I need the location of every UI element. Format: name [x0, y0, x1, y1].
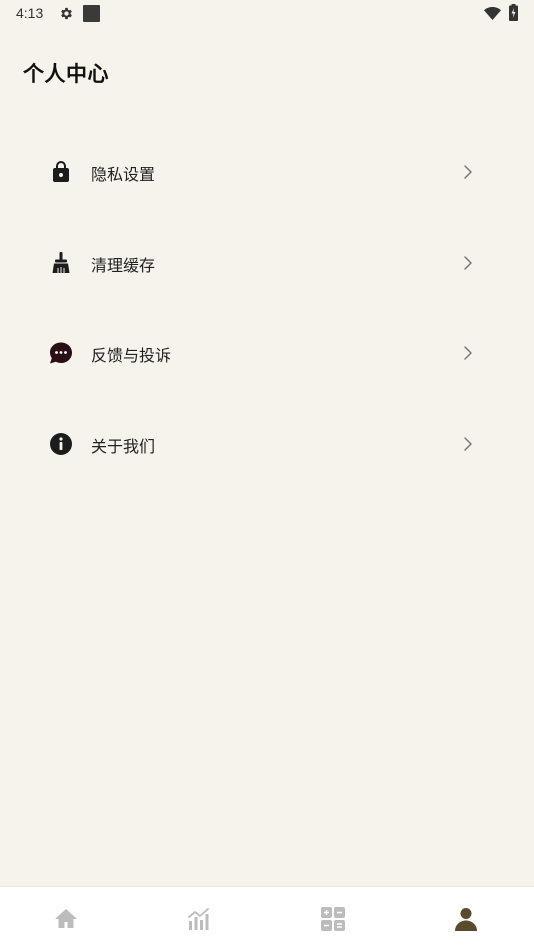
wifi-icon [484, 7, 501, 20]
menu-item-label: 关于我们 [91, 437, 156, 456]
home-icon [55, 909, 77, 928]
nav-tab-home[interactable] [0, 887, 133, 951]
bottom-navigation [0, 886, 534, 951]
person-icon [455, 908, 477, 931]
battery-icon [509, 4, 518, 21]
chat-bubble-icon [50, 342, 72, 364]
menu-item-clear-cache[interactable]: 清理缓存 [0, 233, 534, 293]
nav-tab-profile[interactable] [400, 887, 533, 951]
nav-tab-calculator[interactable] [267, 887, 400, 951]
lock-icon [53, 161, 69, 182]
nav-tab-chart[interactable] [133, 887, 266, 951]
status-bar: 4:13 [0, 0, 534, 28]
info-icon [50, 433, 72, 455]
menu-item-label: 反馈与投诉 [91, 346, 172, 365]
menu-item-label: 清理缓存 [91, 256, 156, 275]
chevron-right-icon [464, 346, 472, 360]
page-title: 个人中心 [23, 62, 109, 86]
menu-item-privacy-settings[interactable]: 隐私设置 [0, 142, 534, 202]
chevron-right-icon [464, 256, 472, 270]
menu-item-label: 隐私设置 [91, 165, 156, 184]
broom-icon [52, 252, 70, 273]
calculator-icon [321, 907, 345, 931]
chevron-right-icon [464, 165, 472, 179]
menu-item-about-us[interactable]: 关于我们 [0, 414, 534, 474]
gear-icon [61, 7, 72, 20]
chart-icon [188, 908, 209, 930]
status-time: 4:13 [16, 5, 44, 21]
menu-item-feedback[interactable]: 反馈与投诉 [0, 323, 534, 383]
chevron-right-icon [464, 437, 472, 451]
notification-square-icon [83, 5, 100, 22]
